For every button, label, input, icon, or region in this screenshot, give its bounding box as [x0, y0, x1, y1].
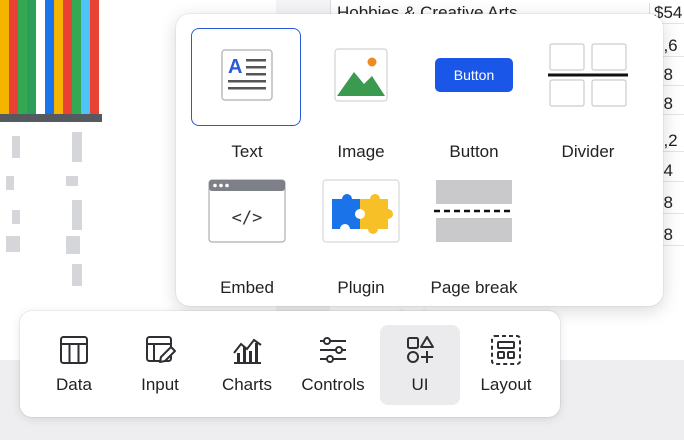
toolbar-charts-button[interactable]: Charts	[207, 325, 287, 405]
toolbar-label: Charts	[221, 375, 273, 394]
puzzle-icon	[321, 178, 401, 244]
ui-components-popup: A Text Image Button Button Divider </> E…	[176, 14, 663, 306]
shapes-icon	[407, 336, 434, 363]
embed-code-icon: </>	[207, 178, 287, 244]
toolbar-ui-button[interactable]: UI	[380, 325, 460, 405]
page-break-icon	[434, 178, 514, 244]
ui-item-divider[interactable]: Divider	[533, 28, 643, 161]
text-block-icon: A	[191, 28, 301, 126]
sliders-icon	[320, 337, 346, 363]
ui-item-label: Page break	[430, 278, 518, 297]
chart-icon	[233, 338, 262, 364]
ui-item-label: Button	[449, 142, 499, 161]
ui-item-label: Image	[337, 142, 385, 161]
ui-item-plugin[interactable]: Plugin	[306, 164, 416, 297]
toolbar-label: Input	[141, 375, 179, 394]
toolbar-label: UI	[411, 375, 429, 394]
toolbar-controls-button[interactable]: Controls	[293, 325, 373, 405]
ui-item-label: Divider	[561, 142, 615, 161]
layout-icon	[491, 335, 521, 365]
ui-item-label: Plugin	[337, 278, 385, 297]
background-chart-panel	[0, 0, 110, 360]
bottom-toolbar: Data Input Charts Controls UI Layout	[20, 311, 560, 417]
toolbar-label: Layout	[480, 375, 532, 394]
toolbar-data-button[interactable]: Data	[34, 325, 114, 405]
background-stripe-chart	[0, 0, 102, 122]
table-icon	[60, 336, 88, 364]
svg-text:</>: </>	[232, 208, 263, 228]
toolbar-label: Data	[56, 375, 92, 394]
ui-item-embed[interactable]: </> Embed	[192, 164, 302, 297]
ui-item-image[interactable]: Image	[306, 28, 416, 161]
ui-item-text[interactable]: A Text	[191, 28, 302, 161]
input-edit-icon	[146, 336, 176, 363]
image-icon	[321, 42, 401, 108]
button-icon: Button	[434, 42, 514, 108]
toolbar-input-button[interactable]: Input	[120, 325, 200, 405]
toolbar-label: Controls	[301, 375, 365, 394]
ui-item-label: Embed	[220, 278, 274, 297]
toolbar-layout-button[interactable]: Layout	[466, 325, 546, 405]
ui-item-label: Text	[231, 142, 263, 161]
button-preview-text: Button	[454, 67, 494, 83]
divider-icon	[548, 42, 628, 108]
ui-item-button[interactable]: Button Button	[419, 28, 529, 161]
ui-item-page-break[interactable]: Page break	[419, 164, 529, 297]
